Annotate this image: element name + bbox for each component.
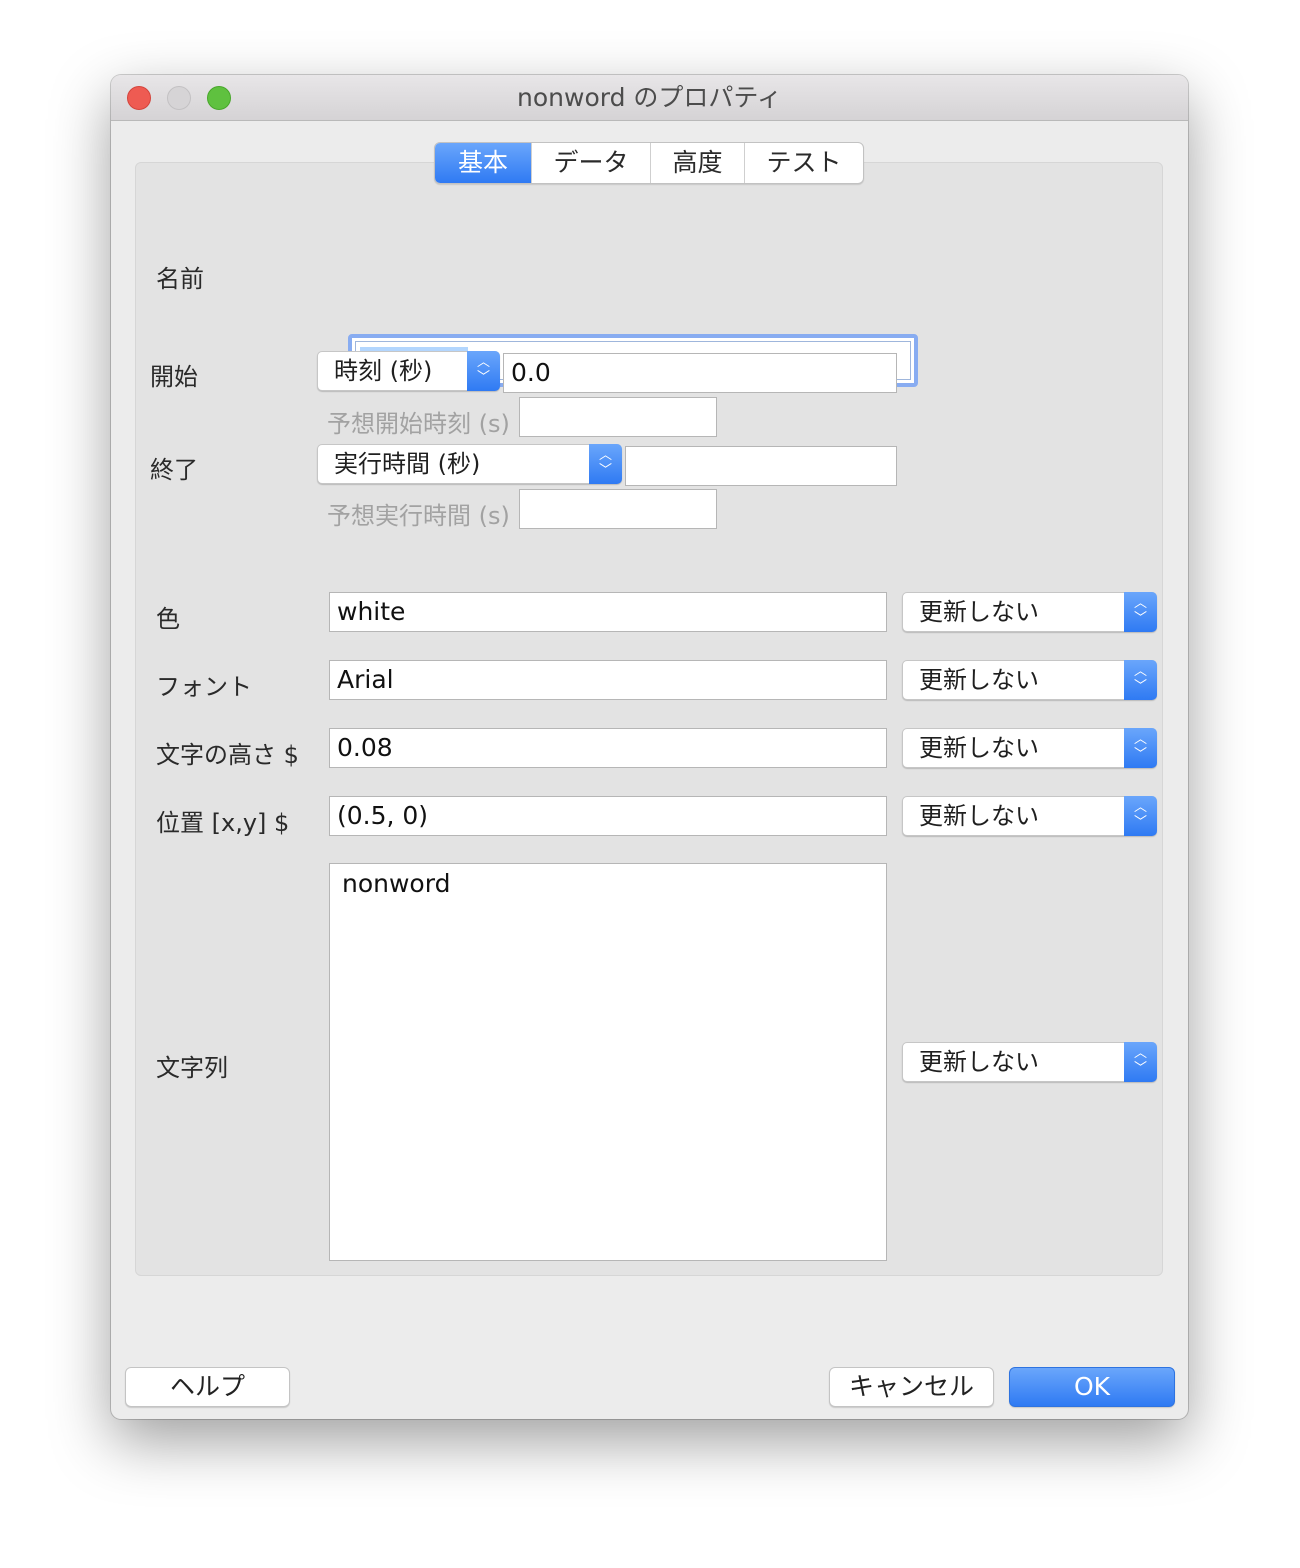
tab-basic[interactable]: 基本 bbox=[435, 143, 531, 183]
position-update-value: 更新しない bbox=[919, 802, 1039, 830]
stop-value-field[interactable] bbox=[625, 446, 897, 486]
font-label: フォント bbox=[156, 673, 252, 701]
up-down-chevron-icon: ︿ ﹀ bbox=[1124, 660, 1157, 700]
name-label: 名前 bbox=[156, 265, 204, 293]
title-bar: nonword のプロパティ bbox=[111, 75, 1188, 121]
position-field[interactable]: (0.5, 0) bbox=[329, 796, 887, 836]
color-update-select[interactable]: 更新しない ︿ ﹀ bbox=[902, 592, 1157, 632]
up-down-chevron-icon: ︿ ﹀ bbox=[1124, 1042, 1157, 1082]
expected-duration-field[interactable] bbox=[519, 489, 717, 529]
start-value-field[interactable]: 0.0 bbox=[503, 353, 897, 393]
stop-type-select[interactable]: 実行時間 (秒) ︿ ﹀ bbox=[317, 444, 622, 484]
up-down-chevron-icon: ︿ ﹀ bbox=[1124, 728, 1157, 768]
stop-label: 終了 bbox=[150, 456, 198, 484]
tab-bar: 基本 データ 高度 テスト bbox=[434, 142, 864, 184]
text-update-value: 更新しない bbox=[919, 1048, 1039, 1076]
cancel-button[interactable]: キャンセル bbox=[829, 1367, 994, 1407]
up-down-chevron-icon: ︿ ﹀ bbox=[589, 444, 622, 484]
expected-start-label: 予想開始時刻 (s) bbox=[327, 410, 510, 438]
tab-testing[interactable]: テスト bbox=[744, 143, 863, 183]
font-update-select[interactable]: 更新しない ︿ ﹀ bbox=[902, 660, 1157, 700]
font-field[interactable]: Arial bbox=[329, 660, 887, 700]
up-down-chevron-icon: ︿ ﹀ bbox=[1124, 796, 1157, 836]
letter-height-field[interactable]: 0.08 bbox=[329, 728, 887, 768]
color-update-value: 更新しない bbox=[919, 598, 1039, 626]
help-button[interactable]: ヘルプ bbox=[125, 1367, 290, 1407]
letter-height-update-value: 更新しない bbox=[919, 734, 1039, 762]
text-update-select[interactable]: 更新しない ︿ ﹀ bbox=[902, 1042, 1157, 1082]
tab-data[interactable]: データ bbox=[531, 143, 650, 183]
start-type-value: 時刻 (秒) bbox=[334, 357, 433, 385]
color-field[interactable]: white bbox=[329, 592, 887, 632]
letter-height-update-select[interactable]: 更新しない ︿ ﹀ bbox=[902, 728, 1157, 768]
up-down-chevron-icon: ︿ ﹀ bbox=[1124, 592, 1157, 632]
letter-height-label: 文字の高さ $ bbox=[156, 741, 299, 769]
color-label: 色 bbox=[156, 605, 180, 633]
text-label: 文字列 bbox=[156, 1054, 228, 1082]
window-title: nonword のプロパティ bbox=[517, 83, 782, 112]
ok-button[interactable]: OK bbox=[1009, 1367, 1175, 1407]
expected-duration-label: 予想実行時間 (s) bbox=[327, 502, 510, 530]
text-area[interactable]: nonword bbox=[329, 863, 887, 1261]
position-label: 位置 [x,y] $ bbox=[156, 809, 290, 837]
properties-dialog: nonword のプロパティ 名前 nonword 開始 時刻 (秒) ︿﹀ 0… bbox=[111, 75, 1188, 1419]
start-label: 開始 bbox=[150, 363, 198, 391]
expected-start-field[interactable] bbox=[519, 397, 717, 437]
font-update-value: 更新しない bbox=[919, 666, 1039, 694]
up-down-chevron-icon: ︿ ﹀ bbox=[467, 351, 500, 391]
stop-type-value: 実行時間 (秒) bbox=[334, 450, 481, 478]
position-update-select[interactable]: 更新しない ︿ ﹀ bbox=[902, 796, 1157, 836]
start-type-select[interactable]: 時刻 (秒) ︿ ﹀ bbox=[317, 351, 500, 391]
tab-advanced[interactable]: 高度 bbox=[650, 143, 744, 183]
